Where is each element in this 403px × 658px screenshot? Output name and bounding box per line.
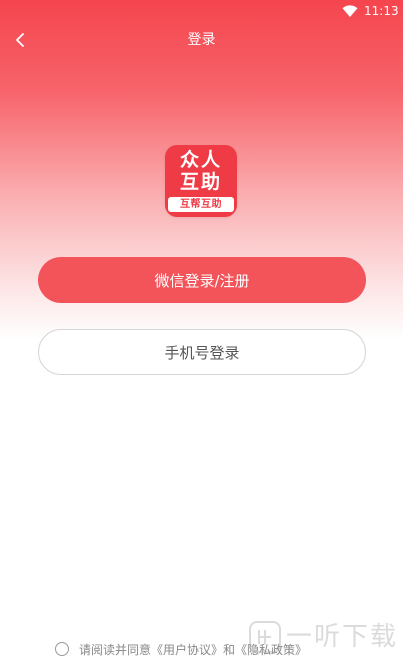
status-bar: 11:13 <box>0 0 403 24</box>
privacy-policy-link[interactable]: 《隐私政策》 <box>235 641 307 658</box>
logo-text-line1: 众人 <box>179 149 222 171</box>
app-logo: 众人 互助 互帮互助 <box>165 145 237 217</box>
phone-login-button[interactable]: 手机号登录 <box>38 329 366 375</box>
wechat-login-button[interactable]: 微信登录/注册 <box>38 257 366 303</box>
user-agreement-link[interactable]: 《用户协议》 <box>151 641 223 658</box>
wifi-icon <box>342 5 358 17</box>
page-title: 登录 <box>187 32 216 48</box>
wechat-login-label: 微信登录/注册 <box>154 271 250 290</box>
agreement-row: 请阅读并同意 《用户协议》 和 《隐私政策》 <box>55 640 307 658</box>
agreement-prefix: 请阅读并同意 <box>79 642 152 657</box>
login-screen: 11:13 登录 众人 互助 互帮互助 微信登录/注册 手机号登录 请阅读并同意… <box>0 0 403 658</box>
agree-checkbox[interactable] <box>55 642 69 656</box>
logo-ribbon: 互帮互助 <box>168 197 234 212</box>
agreement-and: 和 <box>223 642 236 657</box>
phone-login-label: 手机号登录 <box>164 343 240 362</box>
logo-text-line2: 互助 <box>179 171 222 193</box>
status-time: 11:13 <box>364 4 399 18</box>
